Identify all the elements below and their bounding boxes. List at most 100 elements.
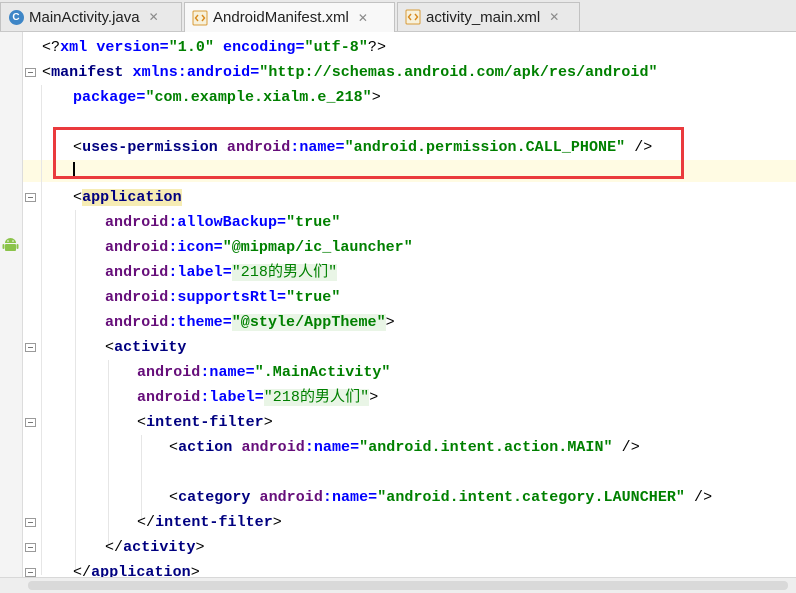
code-line-13[interactable]: <activity — [105, 337, 186, 359]
code-token: ".MainActivity" — [254, 364, 391, 381]
code-token: "1.0" — [168, 39, 214, 56]
fold-marker-icon[interactable] — [25, 193, 36, 202]
fold-marker-icon[interactable] — [25, 568, 36, 577]
code-token: android — [137, 364, 201, 381]
code-line-20[interactable]: </intent-filter> — [137, 512, 282, 534]
editor-gutter[interactable] — [0, 32, 22, 577]
code-line-7[interactable]: <application — [73, 187, 182, 209]
code-token: = — [277, 214, 287, 231]
tab-label: MainActivity.java — [29, 8, 140, 26]
code-token: > — [195, 539, 205, 556]
code-token: :icon — [168, 239, 214, 256]
horizontal-scrollbar[interactable] — [0, 577, 796, 593]
xml-file-icon — [191, 9, 209, 27]
code-token: > — [263, 414, 273, 431]
indent-guide — [108, 360, 109, 545]
fold-marker-icon[interactable] — [25, 68, 36, 77]
code-token: = — [222, 314, 232, 331]
code-token: /> — [612, 439, 640, 456]
code-token: intent-filter — [146, 414, 264, 431]
code-line-12[interactable]: android:theme="@style/AppTheme"> — [105, 312, 395, 334]
code-token: > — [369, 389, 379, 406]
code-line-15[interactable]: android:label="218的男人们"> — [137, 387, 378, 409]
code-token: < — [42, 64, 52, 81]
code-token: package — [73, 89, 137, 106]
code-token: android — [105, 214, 169, 231]
code-token: < — [137, 414, 147, 431]
code-token: :name — [200, 364, 246, 381]
android-robot-icon[interactable] — [2, 236, 19, 253]
code-token: android — [137, 389, 201, 406]
indent-guide — [75, 210, 76, 570]
code-token: xml version= — [60, 39, 169, 56]
code-line-16[interactable]: <intent-filter> — [137, 412, 273, 434]
tab-androidmanifest-xml[interactable]: AndroidManifest.xml ✕ — [184, 2, 395, 32]
code-line-11[interactable]: android:supportsRtl="true" — [105, 287, 340, 309]
code-token: "com.example.xialm.e_218" — [145, 89, 372, 106]
code-token: ?> — [367, 39, 386, 56]
code-token: <? — [42, 39, 61, 56]
tab-activity-main-xml[interactable]: activity_main.xml ✕ — [397, 2, 580, 31]
code-token: < — [169, 489, 179, 506]
tab-label: AndroidManifest.xml — [213, 9, 349, 26]
code-token: :label — [200, 389, 255, 406]
code-token: "http://schemas.android.com/apk/res/andr… — [259, 64, 658, 81]
xml-file-icon — [404, 8, 422, 26]
code-line-14[interactable]: android:name=".MainActivity" — [137, 362, 390, 384]
code-line-8[interactable]: android:allowBackup="true" — [105, 212, 340, 234]
close-icon[interactable]: ✕ — [549, 10, 559, 24]
code-token: "android.intent.action.MAIN" — [359, 439, 613, 456]
fold-marker-icon[interactable] — [25, 418, 36, 427]
highlight-annotation-box — [53, 127, 684, 179]
code-token: "218的男人们" — [231, 264, 338, 281]
code-token: :name — [304, 439, 351, 456]
code-token: "true" — [286, 214, 341, 231]
fold-marker-icon[interactable] — [25, 518, 36, 527]
code-token: manifest — [51, 64, 133, 81]
code-token: "@style/AppTheme" — [231, 314, 386, 331]
code-token: "android.intent.category.LAUNCHER" — [377, 489, 685, 506]
code-token: android — [105, 289, 169, 306]
java-class-icon: C — [7, 8, 25, 26]
code-token: action — [178, 439, 242, 456]
code-token: </ — [105, 539, 124, 556]
code-line-19[interactable]: <category android:name="android.intent.c… — [169, 487, 712, 509]
indent-guide — [41, 85, 42, 575]
code-line-2[interactable]: <manifest xmlns:android="http://schemas.… — [42, 62, 658, 84]
code-token: = — [277, 289, 287, 306]
code-line-9[interactable]: android:icon="@mipmap/ic_launcher" — [105, 237, 413, 259]
scrollbar-thumb[interactable] — [28, 581, 788, 590]
code-token: < — [169, 439, 179, 456]
code-token: > — [385, 314, 395, 331]
code-token: category — [178, 489, 260, 506]
code-token: </ — [137, 514, 156, 531]
code-token: "true" — [286, 289, 341, 306]
code-token: xmlns: — [132, 64, 187, 81]
code-token: = — [245, 364, 255, 381]
code-token: > — [371, 89, 381, 106]
code-token: "utf-8" — [304, 39, 368, 56]
fold-marker-icon[interactable] — [25, 543, 36, 552]
code-token: android — [259, 489, 323, 506]
code-line-1[interactable]: <?xml version="1.0" encoding="utf-8"?> — [42, 37, 386, 59]
code-token: = — [222, 264, 232, 281]
code-token: = — [254, 389, 264, 406]
code-token: intent-filter — [155, 514, 273, 531]
code-token: /> — [684, 489, 713, 506]
close-icon[interactable]: ✕ — [149, 10, 159, 24]
code-token: activity — [114, 339, 187, 356]
code-line-10[interactable]: android:label="218的男人们" — [105, 262, 338, 284]
tab-label: activity_main.xml — [426, 8, 541, 26]
close-icon[interactable]: ✕ — [358, 11, 368, 25]
code-token: android — [105, 314, 169, 331]
code-line-17[interactable]: <action android:name="android.intent.act… — [169, 437, 640, 459]
code-line-21[interactable]: </activity> — [105, 537, 205, 559]
code-token: = — [350, 439, 360, 456]
code-token: "218的男人们" — [263, 389, 370, 406]
code-token: < — [73, 189, 83, 206]
editor-tab-bar: C MainActivity.java ✕ AndroidManifest.xm… — [0, 0, 796, 32]
code-token: android — [241, 439, 305, 456]
tab-mainactivity-java[interactable]: C MainActivity.java ✕ — [0, 2, 182, 31]
fold-marker-icon[interactable] — [25, 343, 36, 352]
code-line-3[interactable]: package="com.example.xialm.e_218"> — [73, 87, 381, 109]
